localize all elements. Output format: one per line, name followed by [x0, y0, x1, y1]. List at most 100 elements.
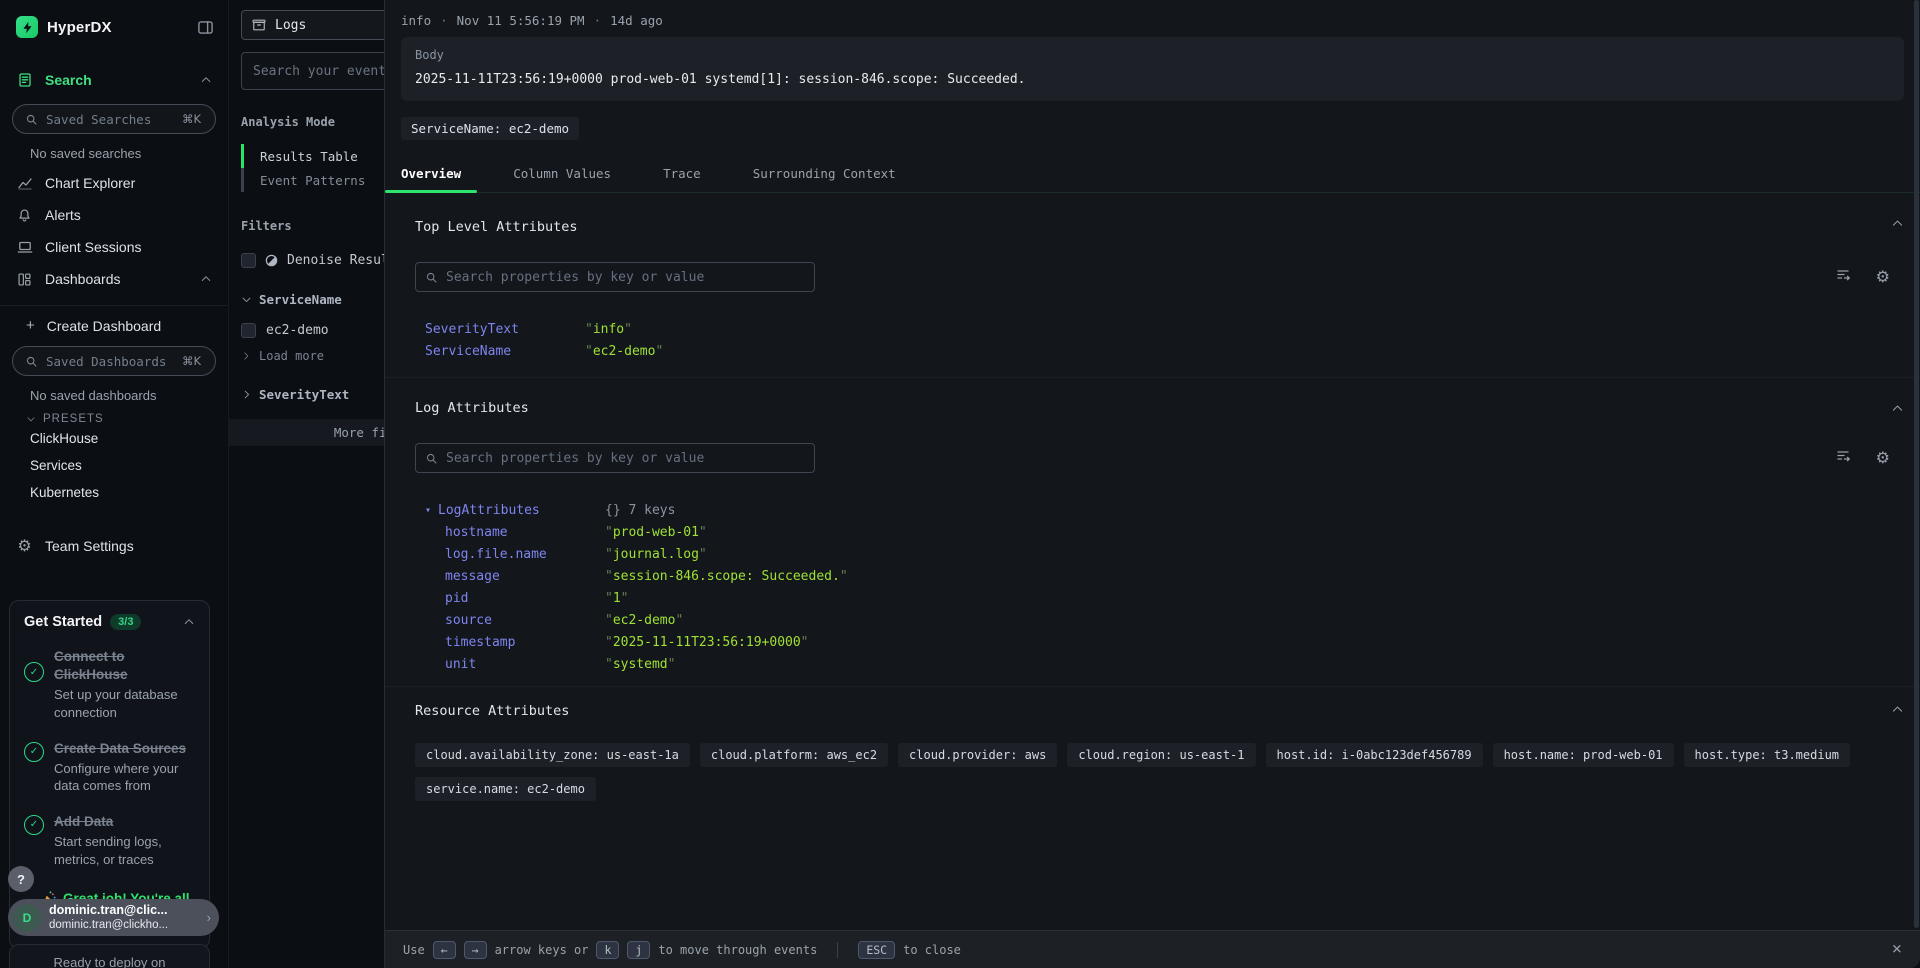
chevron-up-icon[interactable]	[200, 74, 212, 86]
event-relative-time: 14d ago	[610, 13, 663, 28]
close-icon[interactable]: ×	[1892, 941, 1902, 958]
collapse-section-icon[interactable]	[1891, 402, 1904, 415]
get-started-card: Get Started 3/3 ✓ Connect to ClickHouse …	[9, 600, 210, 949]
tab-overview[interactable]: Overview	[385, 157, 477, 192]
resource-chip[interactable]: host.id: i-0abc123def456789	[1266, 743, 1483, 767]
attribute-row[interactable]: message session-846.scope: Succeeded.	[445, 566, 1890, 588]
attribute-row[interactable]: pid 1	[445, 588, 1890, 610]
k-key: k	[596, 941, 619, 959]
preset-clickhouse[interactable]: ClickHouse	[0, 425, 228, 452]
brand-name: HyperDX	[47, 19, 112, 36]
resource-chip[interactable]: cloud.provider: aws	[898, 743, 1057, 767]
cmd-k-shortcut: ⌘K	[178, 111, 205, 127]
resource-chip[interactable]: host.type: t3.medium	[1684, 743, 1851, 767]
get-started-item-connect[interactable]: ✓ Connect to ClickHouse Set up your data…	[24, 648, 195, 722]
get-started-title: Get Started	[24, 614, 102, 630]
filter-lines-icon[interactable]	[1836, 267, 1852, 287]
ec2-demo-checkbox[interactable]	[241, 323, 256, 338]
service-name-chip[interactable]: ServiceName: ec2-demo	[401, 117, 579, 140]
saved-searches-input[interactable]	[46, 112, 170, 127]
footer-divider	[837, 942, 838, 958]
tab-trace[interactable]: Trace	[647, 157, 717, 192]
chevron-right-icon	[241, 389, 252, 400]
collapse-section-icon[interactable]	[1891, 217, 1904, 230]
properties-search-input[interactable]	[446, 270, 805, 285]
user-account-button[interactable]: D dominic.tran@clic... dominic.tran@clic…	[8, 899, 219, 936]
preset-services[interactable]: Services	[0, 452, 228, 479]
logs-source-icon	[252, 18, 266, 32]
attribute-value: 2025-11-11T23:56:19+0000	[605, 632, 809, 654]
attribute-row[interactable]: SeverityText info	[425, 319, 1890, 341]
resource-chip[interactable]: host.name: prod-web-01	[1493, 743, 1674, 767]
help-button[interactable]: ?	[8, 866, 34, 892]
gear-icon[interactable]: ⚙	[1876, 269, 1890, 285]
attribute-value: journal.log	[605, 544, 707, 566]
get-started-item-add-data[interactable]: ✓ Add Data Start sending logs, metrics, …	[24, 813, 195, 868]
attribute-key: pid	[445, 588, 605, 610]
resource-chip[interactable]: cloud.availability_zone: us-east-1a	[415, 743, 690, 767]
attribute-row[interactable]: timestamp 2025-11-11T23:56:19+0000	[445, 632, 1890, 654]
preset-kubernetes[interactable]: Kubernetes	[0, 479, 228, 506]
deploy-teaser-card[interactable]: Ready to deploy on	[9, 944, 210, 968]
event-detail-panel: info · Nov 11 5:56:19 PM · 14d ago Body …	[384, 0, 1920, 968]
sidebar-item-client-sessions[interactable]: Client Sessions	[0, 231, 228, 263]
j-key: j	[627, 941, 650, 959]
properties-search-box[interactable]	[415, 443, 815, 473]
filter-lines-icon[interactable]	[1836, 448, 1852, 468]
denoise-checkbox[interactable]	[241, 253, 256, 268]
gear-icon[interactable]: ⚙	[1876, 450, 1890, 466]
tree-root-row[interactable]: ▾ LogAttributes {} 7 keys	[425, 500, 1890, 522]
attribute-row[interactable]: ServiceName ec2-demo	[425, 341, 1890, 363]
properties-search-row: ⚙	[415, 443, 1890, 473]
sidebar-item-dashboards[interactable]: Dashboards	[0, 263, 228, 295]
severity-text: info	[401, 13, 431, 28]
user-email: dominic.tran@clickho...	[49, 918, 168, 932]
scrollbar[interactable]	[1914, 0, 1919, 928]
chevron-up-icon[interactable]	[183, 616, 195, 628]
no-saved-dashboards-text: No saved dashboards	[30, 388, 212, 403]
get-started-item-sources[interactable]: ✓ Create Data Sources Configure where yo…	[24, 740, 195, 795]
sidebar-item-search[interactable]: Search	[0, 64, 228, 96]
sidebar-item-label: Dashboards	[45, 271, 121, 287]
chevron-up-icon[interactable]	[200, 273, 212, 285]
check-circle-icon: ✓	[24, 662, 44, 682]
create-dashboard-button[interactable]: + Create Dashboard	[0, 306, 228, 338]
get-started-item-desc: Configure where your data comes from	[54, 760, 195, 795]
attribute-key: source	[445, 610, 605, 632]
event-timestamp: Nov 11 5:56:19 PM	[457, 13, 585, 28]
filter-option-label: ec2-demo	[266, 323, 329, 338]
get-started-item-title: Connect to ClickHouse	[54, 648, 195, 684]
sidebar-item-chart-explorer[interactable]: Chart Explorer	[0, 167, 228, 199]
sidebar: HyperDX Search ⌘K No saved searches	[0, 0, 229, 968]
filter-group-label: SeverityText	[259, 387, 349, 402]
properties-search-box[interactable]	[415, 262, 815, 292]
create-dashboard-label: Create Dashboard	[47, 318, 161, 334]
attribute-row[interactable]: hostname prod-web-01	[445, 522, 1890, 544]
resource-chip[interactable]: service.name: ec2-demo	[415, 777, 596, 801]
attribute-row[interactable]: log.file.name journal.log	[445, 544, 1890, 566]
sidebar-item-team-settings[interactable]: ⚙ Team Settings	[0, 530, 228, 562]
resource-chip[interactable]: cloud.region: us-east-1	[1067, 743, 1255, 767]
dot-separator: ·	[440, 13, 448, 28]
plus-icon: +	[26, 317, 35, 334]
saved-dashboards-search[interactable]: ⌘K	[12, 346, 216, 376]
tab-surrounding-context[interactable]: Surrounding Context	[737, 157, 912, 192]
top-level-attributes-table: SeverityText info ServiceName ec2-demo	[415, 319, 1890, 363]
properties-search-input[interactable]	[446, 451, 805, 466]
presets-toggle[interactable]: PRESETS	[26, 413, 212, 425]
tab-column-values[interactable]: Column Values	[497, 157, 627, 192]
log-attributes-tree: ▾ LogAttributes {} 7 keys hostname prod-…	[415, 500, 1890, 676]
attribute-row[interactable]: source ec2-demo	[445, 610, 1890, 632]
resource-chip[interactable]: cloud.platform: aws_ec2	[700, 743, 888, 767]
collapse-section-icon[interactable]	[1891, 703, 1904, 716]
get-started-header[interactable]: Get Started 3/3	[24, 614, 195, 630]
esc-key: ESC	[858, 941, 895, 959]
attribute-meta: {} 7 keys	[605, 500, 675, 522]
saved-searches-search[interactable]: ⌘K	[12, 104, 216, 134]
sidebar-collapse-icon[interactable]	[197, 19, 214, 36]
caret-down-icon[interactable]: ▾	[425, 500, 438, 522]
sidebar-item-alerts[interactable]: Alerts	[0, 199, 228, 231]
sidebar-item-label: Alerts	[45, 207, 81, 223]
attribute-row[interactable]: unit systemd	[445, 654, 1890, 676]
saved-dashboards-input[interactable]	[46, 354, 170, 369]
